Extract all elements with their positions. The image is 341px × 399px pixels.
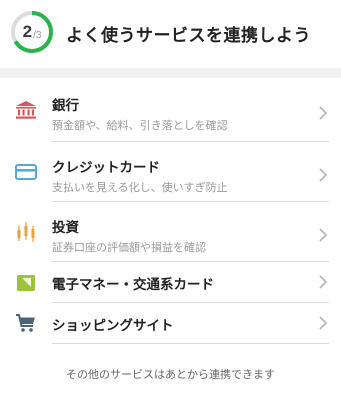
progress-total: 3 <box>35 29 42 41</box>
service-title: 電子マネー・交通系カード <box>52 277 214 293</box>
shopping-cart-icon <box>15 312 37 334</box>
service-item-bank[interactable]: 銀行 預金額や、給料、引き落としを確認 <box>0 78 341 140</box>
credit-card-icon <box>15 161 37 183</box>
chevron-right-icon <box>319 168 328 182</box>
header: 2 / 3 よく使うサービスを連携しよう <box>0 0 341 68</box>
service-title: クレジットカード <box>52 160 160 176</box>
service-item-credit-card[interactable]: クレジットカード 支払いを見える化し、使いすぎ防止 <box>0 142 341 200</box>
progress-current: 2 <box>22 22 33 41</box>
investment-icon <box>15 221 37 243</box>
page-title: よく使うサービスを連携しよう <box>66 26 311 46</box>
service-title: 銀行 <box>52 98 79 114</box>
section-separator <box>0 68 341 78</box>
service-title: ショッピングサイト <box>52 318 174 334</box>
chevron-right-icon <box>319 275 328 289</box>
footer-note: その他のサービスはあとから連携できます <box>66 368 275 381</box>
chevron-right-icon <box>319 316 328 330</box>
service-subtitle: 支払いを見える化し、使いすぎ防止 <box>52 181 228 194</box>
service-subtitle: 預金額や、給料、引き落としを確認 <box>52 119 228 132</box>
divider <box>52 343 329 344</box>
e-money-icon <box>15 272 37 294</box>
bank-icon <box>15 99 37 121</box>
service-subtitle: 証券口座の評価額や損益を確認 <box>52 241 206 254</box>
chevron-right-icon <box>319 106 328 120</box>
service-item-shopping[interactable]: ショッピングサイト <box>0 303 341 343</box>
service-title: 投資 <box>52 220 79 236</box>
chevron-right-icon <box>319 228 328 242</box>
progress-indicator: 2 / 3 <box>10 10 54 54</box>
service-item-investment[interactable]: 投資 証券口座の評価額や損益を確認 <box>0 202 341 260</box>
service-item-e-money[interactable]: 電子マネー・交通系カード <box>0 262 341 302</box>
